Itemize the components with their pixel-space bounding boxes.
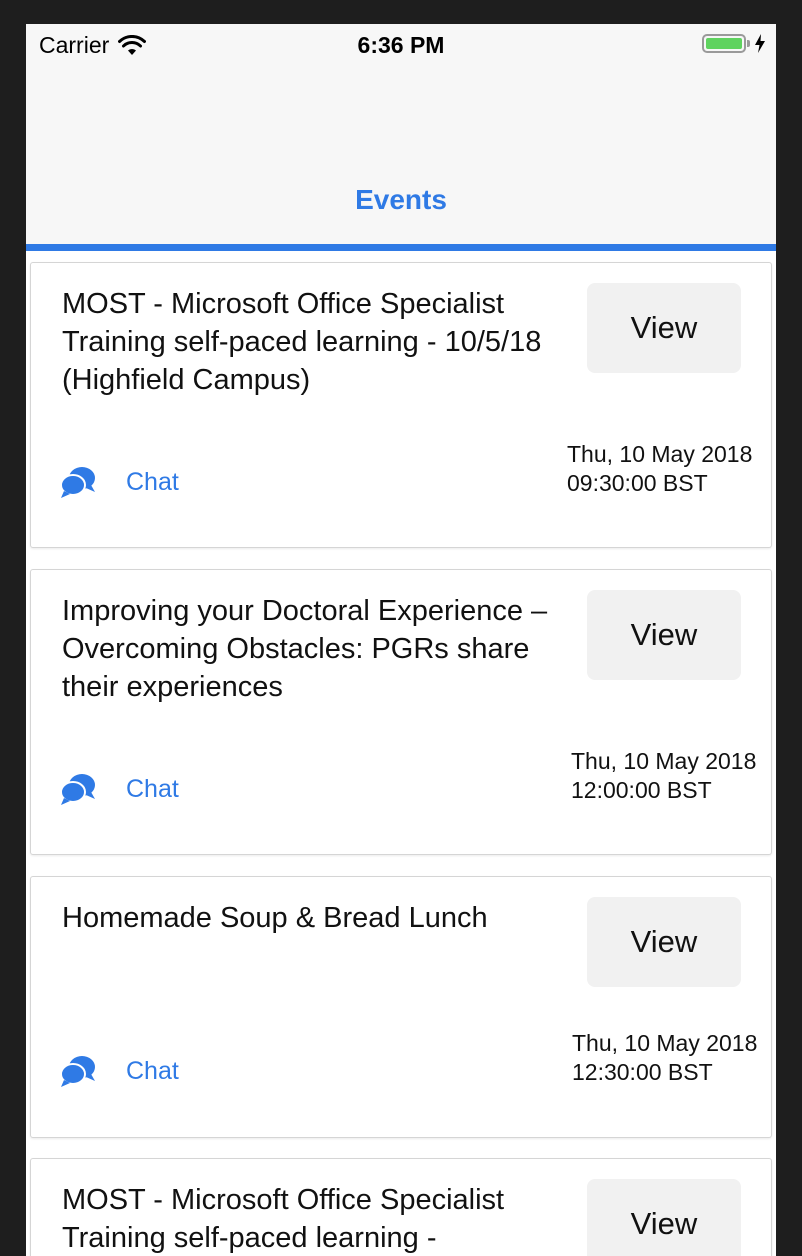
event-card[interactable]: MOST - Microsoft Office Specialist Train… [30, 1158, 772, 1256]
chat-label: Chat [126, 1056, 179, 1085]
view-button[interactable]: View [587, 897, 741, 987]
event-card[interactable]: Homemade Soup & Bread Lunch View Chat Th… [30, 876, 772, 1138]
view-button[interactable]: View [587, 283, 741, 373]
event-title: MOST - Microsoft Office Specialist Train… [62, 1184, 505, 1254]
charging-bolt-icon [755, 34, 765, 53]
event-card[interactable]: MOST - Microsoft Office Specialist Train… [30, 262, 772, 548]
battery-icon [702, 34, 746, 53]
event-date: Thu, 10 May 2018 09:30:00 BST [567, 441, 753, 496]
phone-screen: Carrier 6:36 PM Events MOST - Microsoft … [26, 24, 776, 1256]
battery-indicator [702, 34, 766, 53]
chat-bubbles-icon [60, 1056, 95, 1087]
chat-label: Chat [126, 774, 179, 803]
battery-level [706, 38, 742, 49]
event-title: Improving your Doctoral Experience – Ove… [62, 595, 548, 703]
chat-button[interactable]: Chat [60, 772, 179, 806]
chat-button[interactable]: Chat [60, 465, 179, 499]
chat-label: Chat [126, 467, 179, 496]
tab-indicator [26, 244, 776, 251]
chat-bubbles-icon [60, 774, 95, 805]
view-button[interactable]: View [587, 1179, 741, 1256]
battery-nub [747, 40, 750, 47]
event-title: Homemade Soup & Bread Lunch [62, 902, 488, 934]
app-header: Carrier 6:36 PM Events [26, 24, 776, 244]
view-button[interactable]: View [587, 590, 741, 680]
chat-button[interactable]: Chat [60, 1054, 179, 1088]
status-time: 6:36 PM [357, 32, 445, 58]
chat-bubbles-icon [60, 467, 95, 498]
event-title: MOST - Microsoft Office Specialist Train… [62, 288, 542, 396]
event-card[interactable]: Improving your Doctoral Experience – Ove… [30, 569, 772, 855]
status-bar: Carrier 6:36 PM [26, 24, 776, 66]
event-date: Thu, 10 May 2018 12:00:00 BST [571, 748, 757, 803]
event-date: Thu, 10 May 2018 12:30:00 BST [572, 1030, 758, 1085]
tab-events[interactable]: Events [26, 184, 776, 216]
